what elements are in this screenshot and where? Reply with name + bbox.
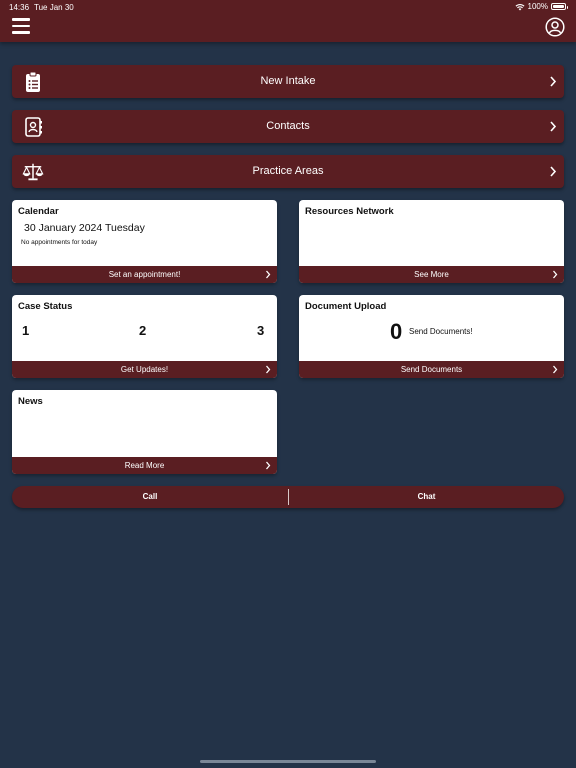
chevron-right-icon <box>550 166 557 177</box>
chat-button[interactable]: Chat <box>289 486 564 508</box>
call-button[interactable]: Call <box>12 486 288 508</box>
read-more-label: Read More <box>124 461 165 470</box>
nav-practice-areas-label: Practice Areas <box>252 165 324 177</box>
read-more-button[interactable]: Read More <box>12 457 277 474</box>
nav-contacts[interactable]: Contacts <box>12 110 564 143</box>
calendar-title: Calendar <box>18 206 59 217</box>
nav-new-intake[interactable]: New Intake <box>12 65 564 98</box>
case-step-3: 3 <box>257 323 265 338</box>
resources-title: Resources Network <box>305 206 394 217</box>
app-screen: 14:36 Tue Jan 30 100% New Intake Contact… <box>0 0 576 768</box>
get-updates-button[interactable]: Get Updates! <box>12 361 277 378</box>
home-indicator[interactable] <box>200 760 376 763</box>
chevron-right-icon <box>553 365 558 374</box>
send-documents-button[interactable]: Send Documents <box>299 361 564 378</box>
chevron-right-icon <box>266 461 271 470</box>
see-more-label: See More <box>414 270 449 279</box>
chevron-right-icon <box>553 270 558 279</box>
call-chat-bar: Call Chat <box>12 486 564 508</box>
news-title: News <box>18 396 43 407</box>
set-appointment-label: Set an appointment! <box>108 270 181 279</box>
battery-level <box>553 5 564 8</box>
status-date: Tue Jan 30 <box>34 3 74 12</box>
wifi-icon <box>515 3 525 10</box>
case-step-1: 1 <box>22 323 30 338</box>
document-upload-card: Document Upload 0 Send Documents! Send D… <box>299 295 564 378</box>
send-documents-label: Send Documents <box>400 365 463 374</box>
set-appointment-button[interactable]: Set an appointment! <box>12 266 277 283</box>
document-upload-title: Document Upload <box>305 301 387 312</box>
calendar-date: 30 January 2024 Tuesday <box>24 222 145 234</box>
hamburger-menu-icon[interactable] <box>12 18 30 34</box>
chevron-right-icon <box>266 270 271 279</box>
battery-icon <box>551 3 568 10</box>
resources-card: Resources Network See More <box>299 200 564 283</box>
news-card: News Read More <box>12 390 277 474</box>
case-step-2: 2 <box>139 323 147 338</box>
nav-new-intake-label: New Intake <box>260 75 316 87</box>
status-time: 14:36 <box>9 3 30 12</box>
battery-percent: 100% <box>527 2 548 11</box>
chevron-right-icon <box>550 76 557 87</box>
top-bar: 14:36 Tue Jan 30 100% <box>0 0 576 42</box>
status-indicators: 100% <box>515 2 568 11</box>
case-status-card: Case Status 1 2 3 Get Updates! <box>12 295 277 378</box>
get-updates-label: Get Updates! <box>120 365 169 374</box>
see-more-button[interactable]: See More <box>299 266 564 283</box>
nav-contacts-label: Contacts <box>266 120 310 132</box>
document-count-label: Send Documents! <box>409 327 473 336</box>
case-status-title: Case Status <box>18 301 73 312</box>
chevron-right-icon <box>266 365 271 374</box>
document-count: 0 <box>390 319 403 344</box>
calendar-note: No appointments for today <box>21 239 98 246</box>
nav-practice-areas[interactable]: Practice Areas <box>12 155 564 188</box>
calendar-card: Calendar 30 January 2024 Tuesday No appo… <box>12 200 277 283</box>
chevron-right-icon <box>550 121 557 132</box>
profile-icon[interactable] <box>545 17 565 37</box>
